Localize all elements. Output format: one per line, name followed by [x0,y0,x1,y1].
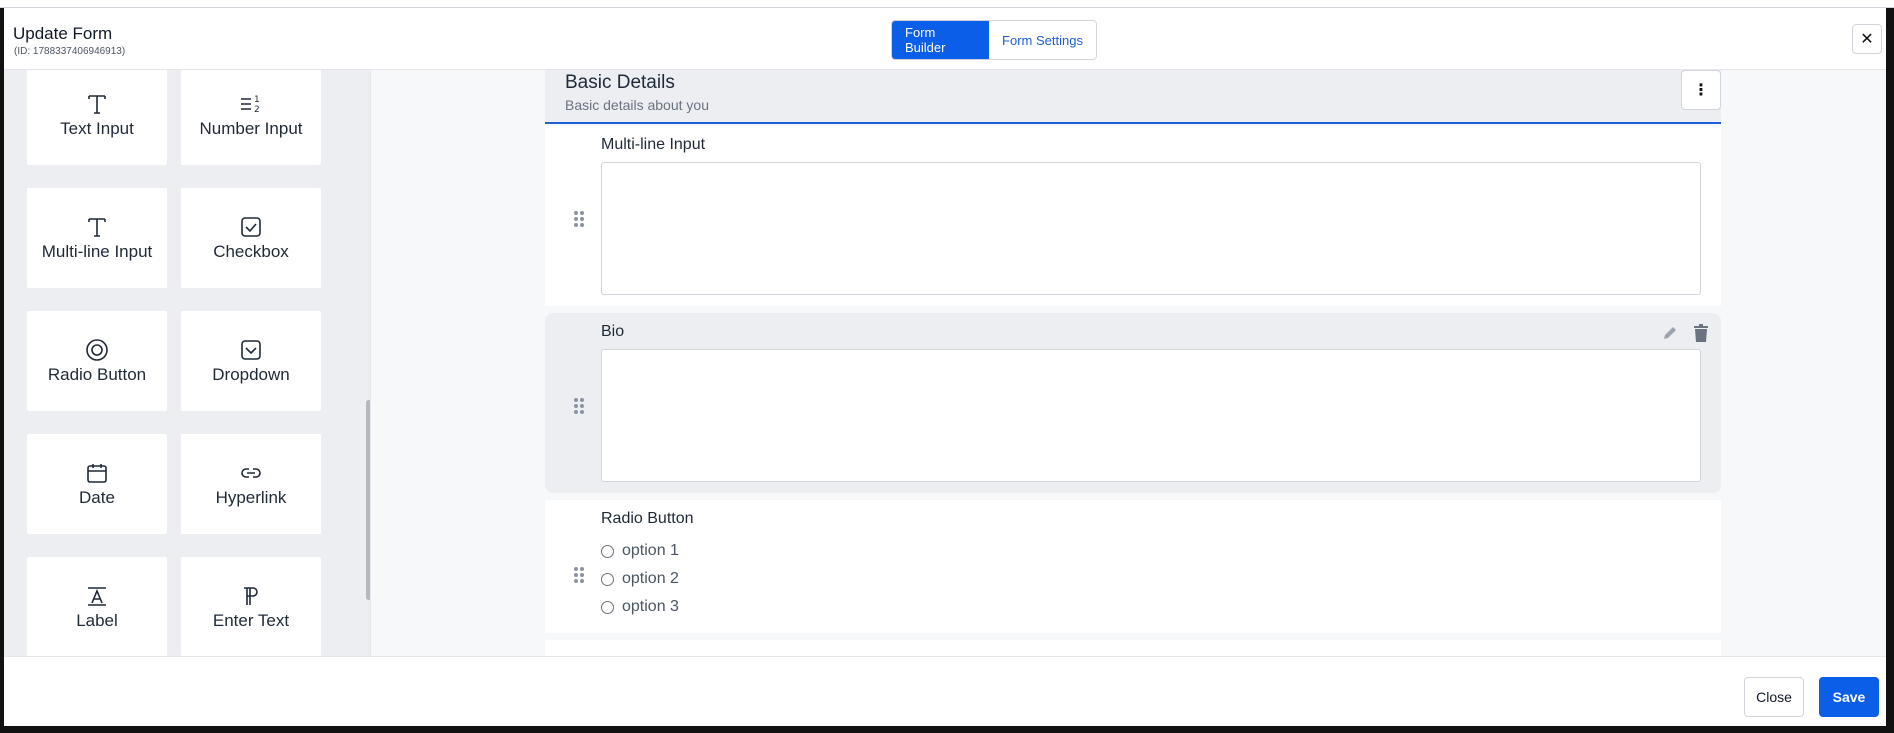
radio-circle[interactable] [601,544,614,558]
close-modal-button[interactable]: ✕ [1852,24,1882,54]
dropdown-icon [240,337,262,363]
palette-radio-button[interactable]: Radio Button [27,311,167,411]
update-form-modal: Update Form (ID: 1788337406946913) Form … [4,8,1886,726]
save-button[interactable]: Save [1819,677,1879,717]
palette-text-input[interactable]: Text Input [27,70,167,165]
drag-handle-icon[interactable] [573,566,585,584]
palette-label[interactable]: Label [27,557,167,656]
palette-label: Checkbox [213,242,289,261]
palette-multiline-input[interactable]: Multi-line Input [27,188,167,288]
palette-label: Hyperlink [215,488,287,507]
modal-header: Update Form (ID: 1788337406946913) Form … [4,8,1886,70]
field-palette-sidebar: Text Input 12 Number Input Multi-line In… [4,70,370,656]
multiline-textarea[interactable] [601,162,1701,295]
form-canvas: Basic Details Basic details about you ⋮ … [370,70,1886,656]
palette-date[interactable]: Date [27,434,167,534]
section-header: Basic Details Basic details about you ⋮ [545,70,1721,124]
form-field-next[interactable] [545,640,1721,656]
form-id: (ID: 1788337406946913) [14,46,126,57]
bio-textarea[interactable] [601,349,1701,482]
tab-form-settings[interactable]: Form Settings [989,21,1096,59]
field-label: Radio Button [601,510,694,527]
close-icon: ✕ [1860,31,1874,48]
radio-option[interactable]: option 1 [601,542,679,560]
radio-option-label: option 2 [622,570,679,587]
tab-group: Form Builder Form Settings [891,20,1097,60]
palette-label: Enter Text [212,611,290,630]
palette-label: Text Input [60,119,134,138]
palette-label: Dropdown [212,365,290,384]
top-border [0,0,1894,8]
palette-enter-text[interactable]: Enter Text [181,557,321,656]
label-icon [86,583,108,609]
radio-icon [85,337,109,363]
modal-title: Update Form [13,24,113,43]
palette-label: Radio Button [47,365,147,384]
radio-option[interactable]: option 2 [601,570,679,588]
radio-option[interactable]: option 3 [601,598,679,616]
svg-text:2: 2 [254,105,260,115]
kebab-icon: ⋮ [1693,82,1709,99]
tab-form-builder[interactable]: Form Builder [892,21,989,59]
form-section: Basic Details Basic details about you ⋮ … [545,70,1721,656]
svg-text:1: 1 [254,95,260,105]
radio-option-label: option 3 [622,598,679,615]
calendar-icon [86,460,108,486]
radio-circle[interactable] [601,600,614,614]
palette-label: Date [79,488,115,507]
radio-circle[interactable] [601,572,614,586]
pencil-icon [1664,327,1676,339]
palette-label: Number Input [199,119,303,138]
palette-label: Multi-line Input [41,242,153,261]
delete-field-button[interactable] [1691,323,1711,343]
form-field-multiline[interactable]: Multi-line Input [545,126,1721,306]
paragraph-icon [241,583,261,609]
close-button[interactable]: Close [1744,677,1804,717]
palette-checkbox[interactable]: Checkbox [181,188,321,288]
palette-dropdown[interactable]: Dropdown [181,311,321,411]
form-field-radio[interactable]: Radio Button option 1 option 2 option 3 [545,500,1721,633]
drag-handle-icon[interactable] [573,210,585,228]
trash-icon [1694,324,1708,342]
number-list-icon: 12 [239,91,263,117]
section-description: Basic details about you [565,97,709,113]
palette-hyperlink[interactable]: Hyperlink [181,434,321,534]
palette-label-text: Label [76,611,118,630]
field-label: Multi-line Input [601,136,706,153]
radio-option-label: option 1 [622,542,679,559]
section-menu-button[interactable]: ⋮ [1681,70,1721,110]
palette-number-input[interactable]: 12 Number Input [181,70,321,165]
text-icon [87,91,107,117]
checkbox-icon [240,214,262,240]
form-field-bio[interactable]: Bio [545,313,1721,493]
text-icon [87,214,107,240]
edit-field-button[interactable] [1660,323,1680,343]
section-title: Basic Details [565,72,675,93]
field-label: Bio [601,323,625,340]
link-icon [239,460,263,486]
drag-handle-icon[interactable] [573,397,585,415]
modal-footer: Close Save [4,656,1886,726]
